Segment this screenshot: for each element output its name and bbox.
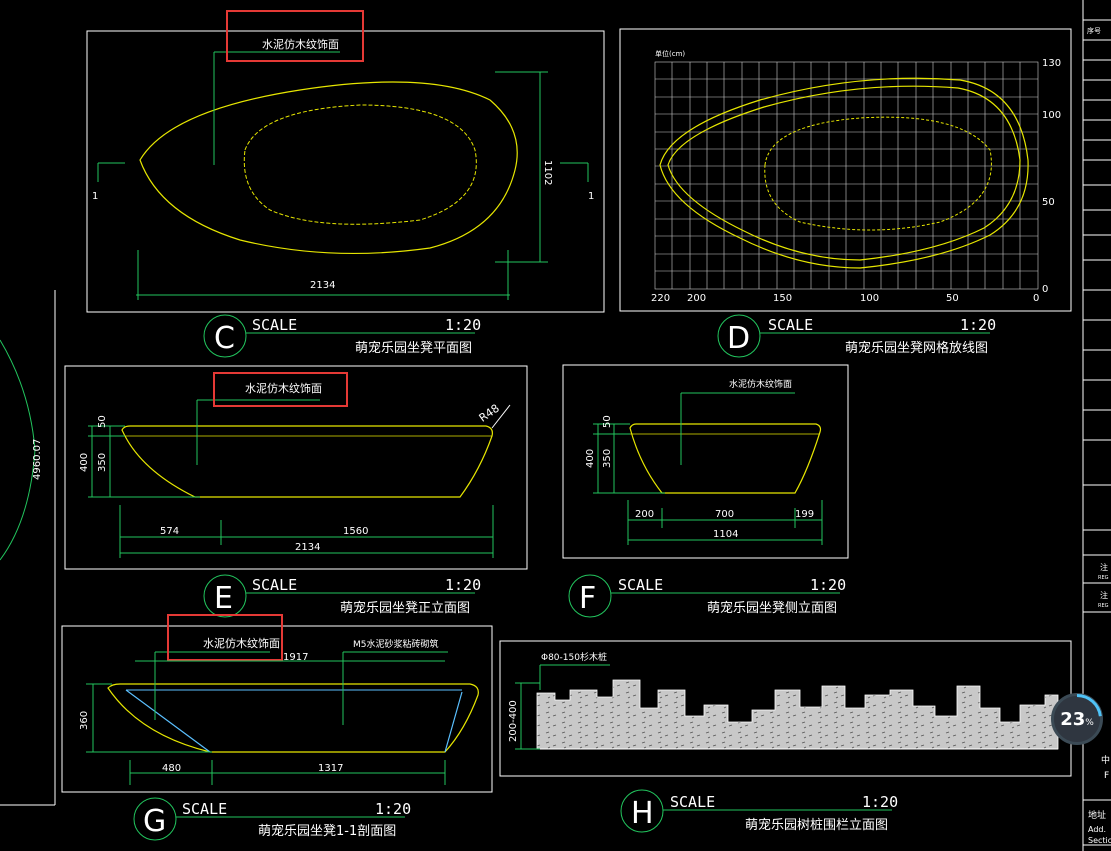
- grid-y-tick-3: 0: [1042, 284, 1048, 295]
- title-block-text-f: 注: [1100, 562, 1108, 572]
- panel-f-dim-total-w: 1104: [713, 529, 738, 540]
- panel-g-dim-h: 360: [79, 711, 90, 730]
- grid-y-tick-0: 130: [1042, 58, 1061, 69]
- panel-g-dim-a: 480: [162, 763, 181, 774]
- panel-g-scale-value: 1:20: [375, 800, 411, 818]
- panel-e-dim-total-w: 2134: [295, 542, 320, 553]
- panel-d-frame: [619, 28, 1072, 312]
- panel-g-caption: 萌宠乐园坐凳1-1剖面图: [258, 823, 396, 839]
- title-block-text-d: Add.: [1088, 825, 1106, 834]
- panel-d-scale-value: 1:20: [960, 316, 996, 334]
- title-block-text-c: 地址: [1088, 809, 1106, 821]
- panel-g-scale-word: SCALE: [182, 800, 227, 818]
- panel-f-dim-top: 50: [602, 415, 613, 428]
- panel-h-scale-value: 1:20: [862, 793, 898, 811]
- panel-e-front-elevation: 水泥仿木纹饰面 R48 50 400 350 574 1560 2134 E S…: [64, 365, 528, 618]
- panel-h-caption: 萌宠乐园树桩围栏立面图: [745, 817, 888, 833]
- panel-g-letter: G: [143, 804, 166, 839]
- panel-f-dim-a: 200: [635, 509, 654, 520]
- panel-c-highlight-box[interactable]: [226, 10, 364, 62]
- tree-stump-fence-shape: [536, 679, 1059, 750]
- panel-c-scale-value: 1:20: [445, 316, 481, 334]
- grid-x-tick-4: 50: [946, 293, 959, 304]
- panel-f-dim-b: 700: [715, 509, 734, 520]
- panel-g-material2-label: M5水泥砂浆粘砖砌筑: [353, 638, 439, 650]
- grid-outer-outline: [659, 77, 1029, 269]
- title-block-text-b: F: [1104, 771, 1109, 781]
- panel-c-section-right: 1: [588, 191, 594, 202]
- panel-f-scale-word: SCALE: [618, 576, 663, 594]
- panel-f-material-label: 水泥仿木纹饰面: [729, 378, 792, 390]
- panel-e-frame: [64, 365, 528, 570]
- title-block-text-e: Sectio: [1088, 836, 1111, 845]
- title-block-text-g: REG: [1098, 575, 1109, 581]
- bench-front-outline: [121, 425, 493, 498]
- panel-e-radius: R48: [477, 402, 502, 425]
- grid-x-tick-1: 200: [687, 293, 706, 304]
- panel-d-letter: D: [727, 321, 750, 356]
- panel-c-material-label: 水泥仿木纹饰面: [262, 37, 339, 51]
- panel-c-caption: 萌宠乐园坐凳平面图: [355, 340, 472, 356]
- cad-drawing-canvas: 4960.07 水泥仿木纹饰面 2134 1102 1 1 C SCALE 1:…: [0, 0, 1111, 851]
- panel-f-letter: F: [579, 581, 596, 616]
- panel-e-dim-b: 1560: [343, 526, 368, 537]
- panel-h-scale-word: SCALE: [670, 793, 715, 811]
- panel-g-dim-b: 1317: [318, 763, 343, 774]
- panel-g-material-label: 水泥仿木纹饰面: [203, 636, 280, 650]
- grid-x-tick-2: 150: [773, 293, 792, 304]
- bench-plan-inner: [243, 104, 477, 225]
- panel-c-dim-width: 2134: [310, 280, 335, 291]
- grid-y-tick-2: 50: [1042, 197, 1055, 208]
- panel-h-letter: H: [631, 796, 654, 831]
- title-block-label-top: 序号: [1087, 26, 1101, 35]
- panel-c-section-left: 1: [92, 191, 98, 202]
- panel-c-scale-word: SCALE: [252, 316, 297, 334]
- panel-e-dim-body: 350: [97, 453, 108, 472]
- progress-value: 23: [1060, 709, 1086, 730]
- panel-g-section: 水泥仿木纹饰面 M5水泥砂浆粘砖砌筑 1917 360 480 1317 G S…: [61, 614, 493, 841]
- panel-d-caption: 萌宠乐园坐凳网格放线图: [845, 340, 988, 356]
- progress-indicator[interactable]: 23%: [1051, 693, 1103, 745]
- panel-h-dim-h: 200-400: [508, 700, 519, 742]
- panel-e-letter: E: [214, 581, 233, 616]
- panel-f-side-elevation: 水泥仿木纹饰面 50 400 350 200 700 199 1104 F SC…: [562, 364, 849, 618]
- left-partial-drawing: 4960.07: [0, 290, 56, 806]
- left-dim-label: 4960.07: [32, 439, 43, 480]
- panel-d-scale-word: SCALE: [768, 316, 813, 334]
- panel-e-dim-total: 400: [79, 453, 90, 472]
- panel-e-dim-top: 50: [97, 415, 108, 428]
- grid-x-tick-5: 0: [1033, 293, 1039, 304]
- grid-x-tick-3: 100: [860, 293, 879, 304]
- title-block-text-i: REG: [1098, 603, 1109, 609]
- grid-unit-label: 单位(cm): [655, 49, 685, 58]
- panel-e-dim-a: 574: [160, 526, 179, 537]
- panel-e-caption: 萌宠乐园坐凳正立面图: [340, 600, 470, 616]
- grid-x-tick-0: 220: [651, 293, 670, 304]
- progress-unit: %: [1085, 718, 1094, 728]
- panel-f-dim-c: 199: [795, 509, 814, 520]
- panel-e-scale-value: 1:20: [445, 576, 481, 594]
- panel-f-caption: 萌宠乐园坐凳侧立面图: [707, 600, 837, 616]
- title-block-text-h: 注: [1100, 590, 1108, 600]
- panel-c-plan: 水泥仿木纹饰面 2134 1102 1 1 C SCALE 1:20 萌宠乐园坐…: [86, 10, 605, 358]
- panel-h-fence: Φ80-150杉木桩 200-400 H SCALE 1:20 萌宠乐园树桩围栏…: [499, 640, 1072, 833]
- panel-f-dim-total: 400: [585, 449, 596, 468]
- progress-label: 23%: [1054, 709, 1100, 730]
- panel-g-dim-top: 1917: [283, 652, 308, 663]
- title-block-text-a: 中: [1101, 754, 1110, 766]
- panel-e-material-label: 水泥仿木纹饰面: [245, 381, 322, 395]
- panel-d-grid: 单位(cm) 220 200 150 100 50 0 130 100 50 0…: [619, 28, 1072, 358]
- panel-c-dim-height: 1102: [542, 160, 553, 185]
- grid-y-tick-1: 100: [1042, 110, 1061, 121]
- panel-f-scale-value: 1:20: [810, 576, 846, 594]
- panel-e-scale-word: SCALE: [252, 576, 297, 594]
- panel-f-dim-body: 350: [602, 449, 613, 468]
- panel-c-letter: C: [214, 321, 235, 356]
- panel-h-material-label: Φ80-150杉木桩: [541, 651, 607, 663]
